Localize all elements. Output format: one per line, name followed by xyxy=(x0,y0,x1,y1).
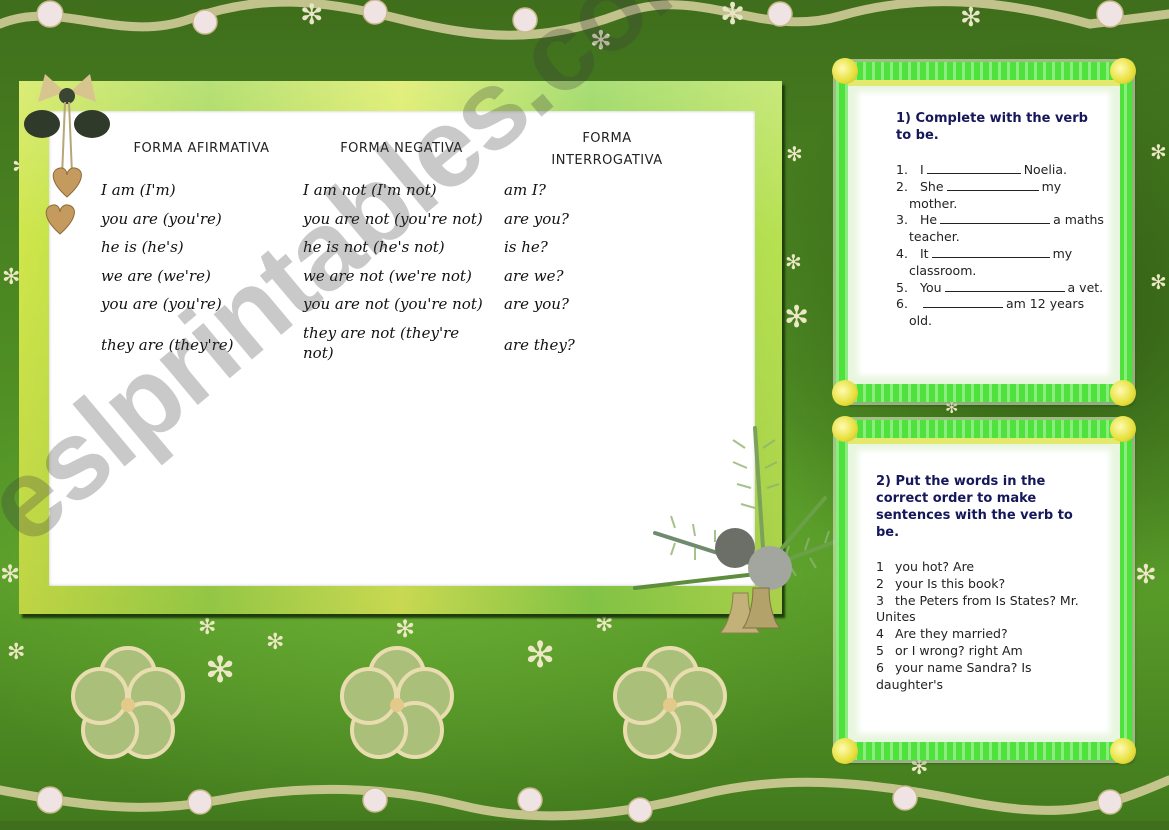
svg-text:✻: ✻ xyxy=(720,0,745,32)
corner-knob-icon xyxy=(1110,738,1136,764)
exercise2-list: 1 you hot? Are 2 your Is this book? 3 the P… xyxy=(876,559,1086,693)
snowflake-icon: ✻ xyxy=(1150,270,1167,294)
exercise2-item: 1 you hot? Are xyxy=(876,559,975,574)
snowflake-icon: ✻ xyxy=(7,640,26,665)
exercise2-item: 3 the Peters from Is States? Mr. Unites xyxy=(876,592,1079,625)
affirmative-cell: they are (they're) xyxy=(101,335,234,354)
snowflake-icon: ✻ xyxy=(395,615,416,643)
exercise1-item: 6. am 12 years old. xyxy=(896,296,1085,329)
corner-knob-icon xyxy=(1110,58,1136,84)
corner-knob-icon xyxy=(1110,380,1136,406)
snowflake-icon: ✻ xyxy=(198,615,217,640)
svg-text:✻: ✻ xyxy=(300,0,323,31)
exercise1-item: 3. He a maths teacher. xyxy=(896,212,1104,245)
corner-knob-icon xyxy=(832,58,858,84)
answer-blank[interactable] xyxy=(926,162,1021,174)
exercise1-list: 1. I Noelia. 2. She my mother. 3. He a maths t… xyxy=(896,162,1106,330)
snowflake-icon: ✻ xyxy=(786,142,803,166)
flower-icon xyxy=(340,646,454,759)
flower-icon xyxy=(613,646,727,759)
snowflake-icon: ✻ xyxy=(0,560,21,588)
exercise1-item: 2. She my mother. xyxy=(896,178,1062,211)
snowflake-icon: ✻ xyxy=(785,250,802,274)
exercise2-item: 6 your name Sandra? Is daughter's xyxy=(876,659,1032,692)
interrogative-cell: is he? xyxy=(504,238,548,256)
svg-text:✻: ✻ xyxy=(590,26,612,54)
answer-blank[interactable] xyxy=(940,212,1051,225)
svg-text:✻: ✻ xyxy=(960,3,982,33)
affirmative-cell: we are (we're) xyxy=(101,266,211,285)
flower-icon xyxy=(71,646,185,759)
answer-blank[interactable] xyxy=(944,280,1065,292)
corner-knob-icon xyxy=(832,380,858,406)
interrogative-cell: am I? xyxy=(504,181,546,199)
exercise1-item: 4. It my classroom. xyxy=(896,245,1073,278)
interrogative-cell: are we? xyxy=(504,266,564,285)
exercise1-item: 1. I Noelia. xyxy=(896,162,1067,177)
negative-cell: we are not (we're not) xyxy=(303,266,472,285)
snowflake-icon: ✻ xyxy=(266,630,285,655)
snowflake-icon: ✻ xyxy=(205,650,236,691)
affirmative-cell: you are (you're) xyxy=(101,295,222,313)
interrogative-cell: are they? xyxy=(504,335,575,354)
answer-blank[interactable] xyxy=(931,246,1050,258)
exercise1-item: 5. You a vet. xyxy=(896,279,1104,295)
exercise1: 1) Complete with the verb to be. 1. I Noel… xyxy=(896,110,1106,330)
interrogative-cell: are you? xyxy=(504,295,569,313)
exercise2-title: 2) Put the words in the correct order to… xyxy=(876,474,1073,540)
snowflake-icon: ✻ xyxy=(525,635,556,676)
answer-blank[interactable] xyxy=(923,296,1003,309)
negative-cell: they are not (they're not) xyxy=(303,323,460,362)
snowflake-icon: ✻ xyxy=(1135,560,1157,590)
negative-cell: you are not (you're not) xyxy=(303,209,483,228)
snowflake-icon: ✻ xyxy=(595,612,614,637)
garland-top-icon: ✻ ✻ ✻ ✻ xyxy=(0,0,1169,54)
answer-blank[interactable] xyxy=(946,179,1039,191)
corner-knob-icon xyxy=(832,416,858,442)
exercise2-item: 5 or I wrong? right Am xyxy=(876,642,1023,658)
negative-cell: he is not (he's not) xyxy=(303,238,445,256)
negative-cell: I am not (I'm not) xyxy=(303,181,437,199)
affirmative-cell: you are (you're) xyxy=(101,209,222,228)
affirmative-cell: he is (he's) xyxy=(101,238,184,256)
exercise2-item: 4 Are they married? xyxy=(876,626,1008,642)
corner-knob-icon xyxy=(832,738,858,764)
column-header-interrogative: FORMA INTERROGATIVA xyxy=(551,131,663,168)
corner-knob-icon xyxy=(1110,416,1136,442)
exercise2-item: 2 your Is this book? xyxy=(876,575,1006,591)
column-header-affirmative: FORMA AFIRMATIVA xyxy=(133,141,270,156)
exercise1-title: 1) Complete with the verb to be. xyxy=(896,111,1088,143)
affirmative-cell: I am (I'm) xyxy=(101,181,176,199)
exercise2: 2) Put the words in the correct order to… xyxy=(876,473,1086,693)
snowflake-icon: ✻ xyxy=(2,265,21,290)
column-header-negative: FORMA NEGATIVA xyxy=(340,141,463,156)
snowflake-icon: ✻ xyxy=(1150,140,1167,164)
negative-cell: you are not (you're not) xyxy=(303,295,483,313)
garland-bottom-icon xyxy=(0,775,1169,823)
interrogative-cell: are you? xyxy=(504,209,569,228)
snowflake-icon: ✻ xyxy=(784,300,810,335)
